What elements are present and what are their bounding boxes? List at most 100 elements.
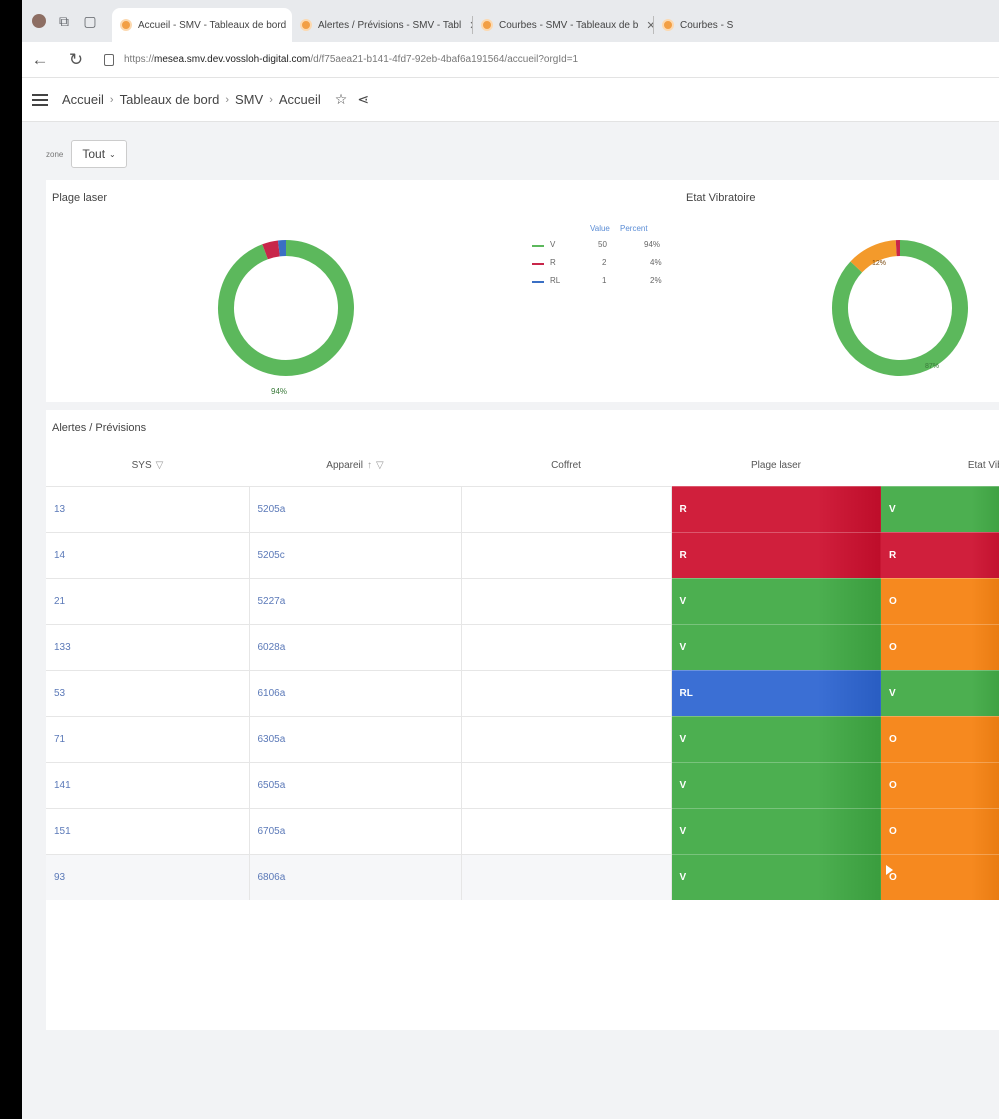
legend-item-v[interactable]: V 50 94% bbox=[516, 240, 692, 258]
cell-etat-vibratoire: O bbox=[881, 853, 999, 900]
plage-laser-slice-0[interactable] bbox=[218, 240, 354, 376]
cell-coffret bbox=[461, 715, 672, 762]
cell-coffret bbox=[461, 531, 672, 578]
share-icon[interactable]: ⋖ bbox=[357, 91, 369, 108]
column-header-label: Etat Vibr bbox=[967, 460, 999, 472]
zone-select-value: Tout bbox=[82, 147, 106, 161]
favicon-icon bbox=[662, 19, 674, 31]
legend-item-rl[interactable]: RL 1 2% bbox=[516, 276, 692, 294]
breadcrumb-item-smv[interactable]: SMV bbox=[235, 92, 263, 107]
column-header-sys[interactable]: SYS ▽ bbox=[46, 446, 249, 486]
tab-alertes[interactable]: Alertes / Prévisions - SMV - Tabl ✕ bbox=[292, 8, 472, 42]
cell-etat-vibratoire: O bbox=[881, 715, 999, 762]
cell-appareil[interactable]: 6106a bbox=[249, 669, 462, 716]
panel-plage-laser: Plage laser 94% Value Percent V 50 94% R… bbox=[46, 180, 689, 402]
variable-bar: zone Tout ⌄ bbox=[46, 140, 127, 168]
site-info-icon[interactable] bbox=[104, 53, 114, 66]
cell-appareil[interactable]: 6705a bbox=[249, 807, 462, 854]
table-row[interactable]: 14 5205c R R bbox=[46, 531, 999, 578]
cell-sys[interactable]: 93 bbox=[46, 853, 250, 900]
legend-value: 2 bbox=[602, 258, 607, 267]
legend-swatch bbox=[532, 281, 544, 283]
panel-title[interactable]: Plage laser bbox=[52, 192, 107, 204]
tab-bar: ⧉ ▢ Accueil - SMV - Tableaux de bord ✕ A… bbox=[22, 0, 999, 42]
table-row[interactable]: 141 6505a V O bbox=[46, 761, 999, 808]
donut-chart-plage-laser bbox=[218, 240, 354, 376]
close-tab-icon[interactable]: ✕ bbox=[646, 19, 653, 32]
legend-name: R bbox=[550, 258, 556, 267]
legend-value: 1 bbox=[602, 276, 607, 285]
legend-item-r[interactable]: R 2 4% bbox=[516, 258, 692, 276]
cell-plage-laser: V bbox=[671, 577, 881, 624]
cell-plage-laser: V bbox=[671, 853, 881, 900]
cell-appareil[interactable]: 5205c bbox=[249, 531, 462, 578]
cell-sys[interactable]: 13 bbox=[46, 485, 250, 532]
cell-appareil[interactable]: 6505a bbox=[249, 761, 462, 808]
url-field[interactable]: https://mesea.smv.dev.vossloh-digital.co… bbox=[104, 53, 578, 66]
plage-laser-slice-1[interactable] bbox=[262, 240, 281, 260]
alerts-table-body: 13 5205a R V 14 5205c R R 21 5227a V O 133 6028a V O 53 6… bbox=[46, 485, 999, 900]
column-header-appareil[interactable]: Appareil ↑ ▽ bbox=[249, 446, 461, 486]
table-row[interactable]: 71 6305a V O bbox=[46, 715, 999, 762]
profile-icon[interactable] bbox=[32, 14, 46, 28]
table-row[interactable]: 133 6028a V O bbox=[46, 623, 999, 670]
column-header-etat-vibratoire[interactable]: Etat Vibr bbox=[881, 446, 999, 486]
breadcrumb: Accueil › Tableaux de bord › SMV › Accue… bbox=[48, 92, 321, 107]
menu-icon[interactable] bbox=[32, 93, 48, 106]
cell-appareil[interactable]: 6305a bbox=[249, 715, 462, 762]
tab-label: Courbes - S bbox=[680, 19, 734, 31]
cell-plage-laser: V bbox=[671, 715, 881, 762]
breadcrumb-item-current: Accueil bbox=[278, 92, 321, 107]
reload-icon[interactable]: ↻ bbox=[66, 50, 86, 70]
cell-etat-vibratoire: O bbox=[881, 623, 999, 670]
address-bar: ← ↻ https://mesea.smv.dev.vossloh-digita… bbox=[22, 42, 999, 78]
cell-sys[interactable]: 141 bbox=[46, 761, 250, 808]
breadcrumb-item-accueil[interactable]: Accueil bbox=[62, 92, 104, 107]
cell-etat-vibratoire: R bbox=[881, 531, 999, 578]
tab-label: Accueil - SMV - Tableaux de bord bbox=[138, 19, 287, 31]
filter-icon[interactable]: ▽ bbox=[156, 460, 164, 471]
tab-courbes-2[interactable]: Courbes - S bbox=[654, 8, 764, 42]
panel-title[interactable]: Etat Vibratoire bbox=[686, 192, 756, 204]
cell-sys[interactable]: 71 bbox=[46, 715, 250, 762]
column-header-coffret[interactable]: Coffret bbox=[461, 446, 671, 486]
star-icon[interactable]: ☆ bbox=[335, 91, 348, 108]
cell-sys[interactable]: 151 bbox=[46, 807, 250, 854]
cell-sys[interactable]: 53 bbox=[46, 669, 250, 716]
cell-sys[interactable]: 14 bbox=[46, 531, 250, 578]
cell-appareil[interactable]: 5227a bbox=[249, 577, 462, 624]
tab-courbes[interactable]: Courbes - SMV - Tableaux de b ✕ bbox=[473, 8, 653, 42]
breadcrumb-item-tableaux[interactable]: Tableaux de bord bbox=[120, 92, 220, 107]
zone-select[interactable]: Tout ⌄ bbox=[71, 140, 127, 168]
cell-plage-laser: R bbox=[671, 531, 881, 578]
legend-value: 50 bbox=[598, 240, 607, 249]
table-row[interactable]: 151 6705a V O bbox=[46, 807, 999, 854]
table-row[interactable]: 53 6106a RL V bbox=[46, 669, 999, 716]
donut-chart-etat-vibratoire bbox=[832, 240, 968, 376]
table-row[interactable]: 21 5227a V O bbox=[46, 577, 999, 624]
cell-coffret bbox=[461, 761, 672, 808]
mouse-cursor-icon bbox=[886, 865, 893, 875]
workspaces-icon[interactable]: ⧉ bbox=[56, 13, 72, 29]
breadcrumb-separator-icon: › bbox=[269, 93, 273, 106]
tab-accueil[interactable]: Accueil - SMV - Tableaux de bord ✕ bbox=[112, 8, 292, 42]
table-row[interactable]: 13 5205a R V bbox=[46, 485, 999, 532]
cell-sys[interactable]: 21 bbox=[46, 577, 250, 624]
browser-window: ⧉ ▢ Accueil - SMV - Tableaux de bord ✕ A… bbox=[22, 0, 999, 1119]
column-header-label: Coffret bbox=[551, 460, 581, 472]
legend-percent: 94% bbox=[644, 240, 661, 249]
column-header-label: SYS bbox=[131, 460, 152, 472]
filter-icon[interactable]: ▽ bbox=[376, 460, 384, 471]
dashboard-header: Accueil › Tableaux de bord › SMV › Accue… bbox=[22, 78, 999, 122]
back-arrow-icon[interactable]: ← bbox=[30, 50, 50, 70]
tab-actions-icon[interactable]: ▢ bbox=[82, 13, 98, 29]
cell-sys[interactable]: 133 bbox=[46, 623, 250, 670]
panel-title[interactable]: Alertes / Prévisions bbox=[52, 422, 146, 434]
cell-appareil[interactable]: 5205a bbox=[249, 485, 462, 532]
column-header-plage-laser[interactable]: Plage laser bbox=[671, 446, 881, 486]
cell-appareil[interactable]: 6028a bbox=[249, 623, 462, 670]
table-row[interactable]: 93 6806a V O bbox=[46, 853, 999, 900]
cell-appareil[interactable]: 6806a bbox=[249, 853, 462, 900]
breadcrumb-separator-icon: › bbox=[225, 93, 230, 106]
legend-percent: 2% bbox=[650, 276, 662, 285]
